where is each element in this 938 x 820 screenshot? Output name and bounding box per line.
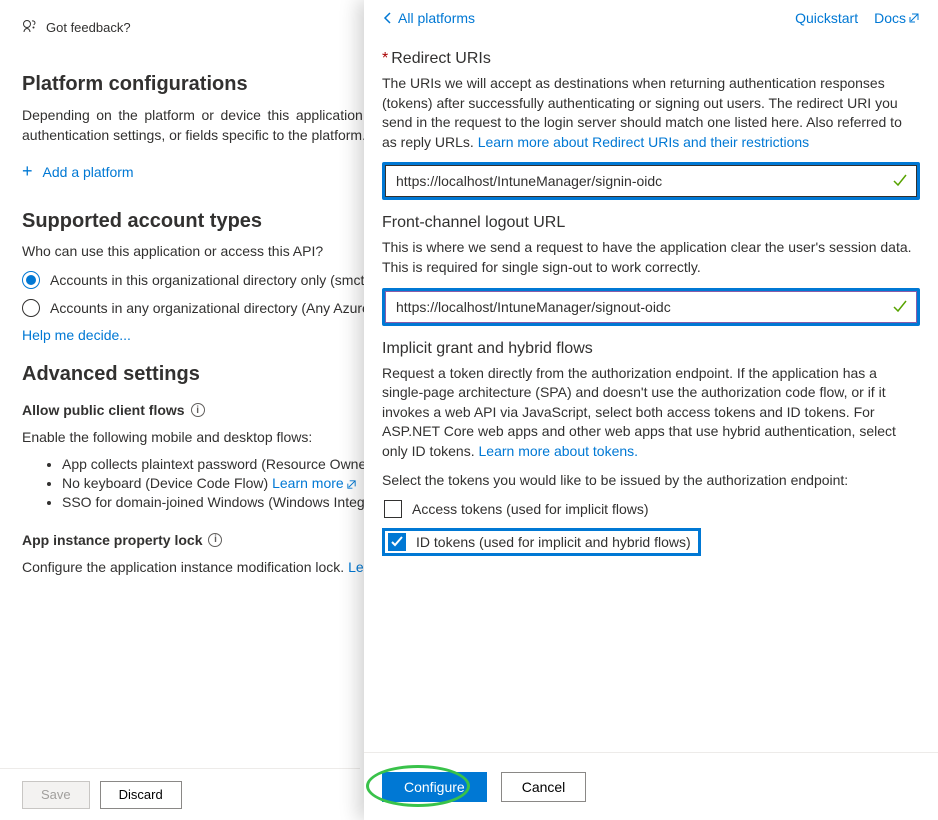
info-icon[interactable]: i [191,403,205,417]
cancel-button[interactable]: Cancel [501,772,587,802]
id-tokens-checkbox[interactable]: ID tokens (used for implicit and hybrid … [386,533,693,551]
add-platform-label: Add a platform [43,164,134,180]
check-icon [892,173,908,189]
learn-more-link[interactable]: Learn more [272,475,357,491]
front-channel-desc: This is where we send a request to have … [382,238,920,277]
checkbox-checked-icon [388,533,406,551]
save-button[interactable]: Save [22,781,90,809]
redirect-uris-heading: *Redirect URIs [382,50,920,68]
id-tokens-label: ID tokens (used for implicit and hybrid … [416,534,691,550]
front-channel-value: https://localhost/IntuneManager/signout-… [386,299,892,315]
all-platforms-link[interactable]: All platforms [382,10,475,26]
radio-icon-selected [22,271,40,289]
redirect-uri-highlight: https://localhost/IntuneManager/signin-o… [382,162,920,200]
access-tokens-checkbox[interactable]: Access tokens (used for implicit flows) [382,500,920,518]
front-channel-heading: Front-channel logout URL [382,214,920,232]
info-icon[interactable]: i [208,533,222,547]
allow-public-label: Allow public client flows [22,402,185,418]
redirect-uris-desc: The URIs we will accept as destinations … [382,74,920,152]
app-instance-lock-label: App instance property lock [22,532,202,548]
id-tokens-highlight: ID tokens (used for implicit and hybrid … [382,528,701,556]
quickstart-link[interactable]: Quickstart [795,10,858,26]
feedback-label: Got feedback? [46,20,131,35]
checkbox-icon [384,500,402,518]
external-icon [908,12,920,24]
implicit-heading: Implicit grant and hybrid flows [382,340,920,358]
check-icon [892,299,908,315]
access-tokens-label: Access tokens (used for implicit flows) [412,501,649,517]
all-platforms-label: All platforms [398,10,475,26]
redirect-uri-value: https://localhost/IntuneManager/signin-o… [386,173,892,189]
learn-redirect-link[interactable]: Learn more about Redirect URIs and their… [478,134,809,150]
configure-button[interactable]: Configure [382,772,487,802]
learn-tokens-link[interactable]: Learn more about tokens. [479,443,639,459]
discard-button[interactable]: Discard [100,781,182,809]
implicit-desc: Request a token directly from the author… [382,364,920,462]
front-channel-input[interactable]: https://localhost/IntuneManager/signout-… [385,291,917,323]
feedback-icon [22,18,38,37]
docs-link[interactable]: Docs [874,10,920,26]
redirect-uri-input[interactable]: https://localhost/IntuneManager/signin-o… [385,165,917,197]
chevron-left-icon [382,12,394,24]
select-tokens-label: Select the tokens you would like to be i… [382,472,920,488]
plus-icon: + [22,161,33,182]
radio-icon [22,299,40,317]
front-channel-highlight: https://localhost/IntuneManager/signout-… [382,288,920,326]
